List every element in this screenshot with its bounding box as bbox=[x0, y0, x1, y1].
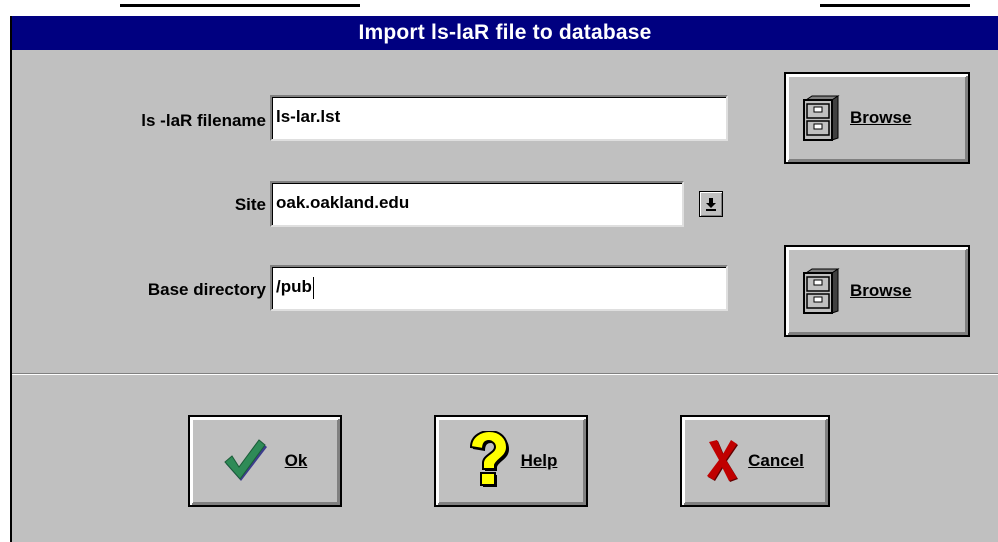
file-cabinet-icon bbox=[802, 267, 840, 315]
site-dropdown-button[interactable] bbox=[699, 191, 723, 217]
screen: Import ls-laR file to database ls -laR f… bbox=[0, 0, 998, 542]
browse-filename-label: Browse bbox=[850, 108, 911, 128]
checkmark-icon bbox=[223, 438, 269, 484]
ok-button[interactable]: Ok bbox=[188, 415, 342, 507]
dialog-title: Import ls-laR file to database bbox=[12, 16, 998, 50]
browse-label-text: Browse bbox=[850, 281, 912, 300]
filename-input[interactable]: ls-lar.lst bbox=[270, 95, 728, 141]
ok-label-text: Ok bbox=[284, 451, 308, 470]
browse-filename-button[interactable]: Browse bbox=[784, 72, 970, 164]
browse-basedir-button[interactable]: Browse bbox=[784, 245, 970, 337]
cancel-label-text: Cancel bbox=[748, 451, 804, 470]
text-caret bbox=[312, 276, 314, 299]
basedir-input[interactable]: /pub bbox=[270, 265, 728, 311]
import-dialog: Import ls-laR file to database ls -laR f… bbox=[10, 16, 998, 542]
question-mark-icon bbox=[465, 431, 513, 491]
browse-basedir-label: Browse bbox=[850, 281, 911, 301]
ok-label: Ok bbox=[285, 451, 308, 471]
filename-label: ls -laR filename bbox=[141, 111, 266, 130]
dialog-separator bbox=[12, 373, 998, 375]
site-value: oak.oakland.edu bbox=[276, 193, 410, 212]
background-window-text bbox=[820, 4, 970, 7]
cancel-label: Cancel bbox=[748, 451, 804, 471]
background-window-edge bbox=[0, 0, 998, 16]
help-label-text: Help bbox=[520, 451, 558, 470]
basedir-label: Base directory bbox=[147, 280, 266, 299]
browse-label-text: Browse bbox=[850, 108, 912, 127]
filename-value: ls-lar.lst bbox=[276, 107, 341, 126]
basedir-value: /pub bbox=[276, 277, 312, 296]
file-cabinet-icon bbox=[802, 94, 840, 142]
help-button[interactable]: Help bbox=[434, 415, 588, 507]
help-label: Help bbox=[521, 451, 558, 471]
cancel-button[interactable]: Cancel bbox=[680, 415, 830, 507]
background-window-text bbox=[120, 4, 360, 7]
dropdown-arrow-icon bbox=[705, 197, 717, 211]
x-mark-icon bbox=[706, 439, 740, 483]
site-label: Site bbox=[234, 195, 266, 214]
site-combobox-input[interactable]: oak.oakland.edu bbox=[270, 181, 684, 227]
